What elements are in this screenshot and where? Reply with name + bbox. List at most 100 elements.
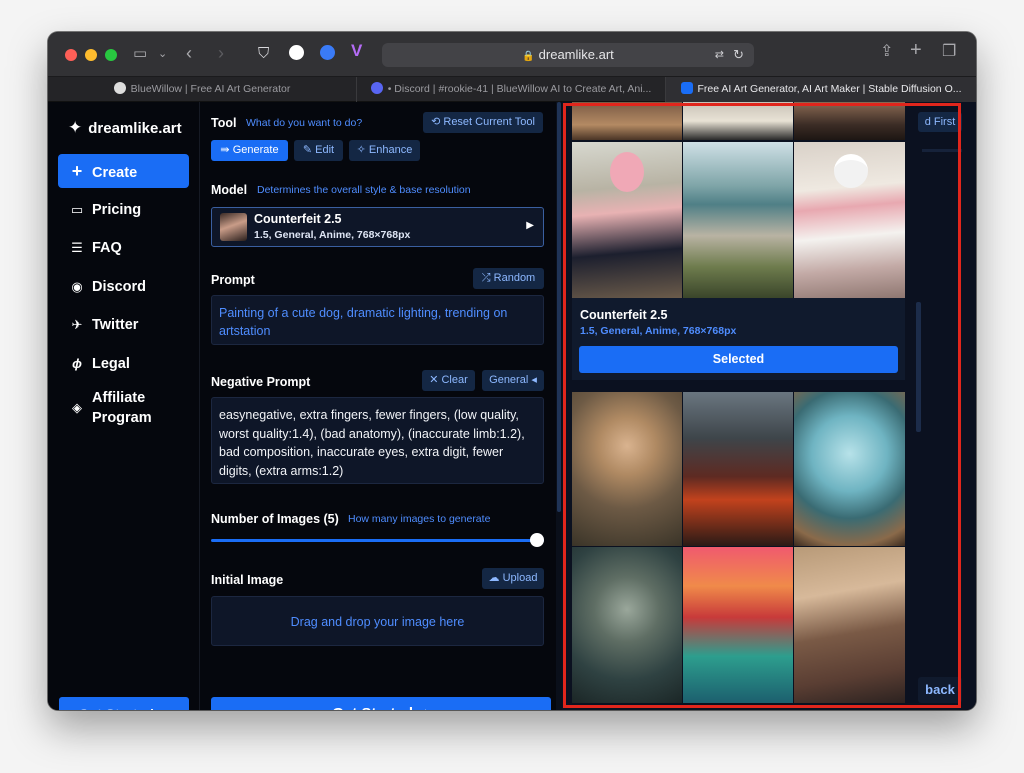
plus-icon: + — [71, 161, 83, 181]
random-prompt-button[interactable]: ⤮ Random — [473, 268, 544, 289]
back-icon[interactable]: ‹ — [186, 44, 192, 62]
card-icon: ▭ — [70, 202, 84, 217]
share-icon[interactable]: ⇪ — [880, 44, 893, 60]
tab-discord[interactable]: • Discord | #rookie-41 | BlueWillow AI t… — [357, 77, 666, 102]
discord-favicon-icon — [370, 82, 383, 94]
images-slider-handle[interactable] — [530, 533, 544, 547]
get-started-button[interactable]: Get Started ⇨ — [211, 697, 551, 710]
model-label: Model — [211, 183, 248, 197]
model-name: Counterfeit 2.5 — [254, 212, 342, 226]
card-model-name: Counterfeit 2.5 — [580, 308, 668, 322]
reset-icon: ⟲ — [431, 116, 441, 128]
reset-tool-button[interactable]: ⟲ Reset Current Tool — [423, 112, 543, 133]
dreamlike-favicon-icon — [680, 82, 693, 94]
gallery-image-top-2[interactable] — [683, 102, 793, 140]
upload-icon: ☁ — [488, 572, 500, 584]
discord-icon: ◉ — [71, 279, 83, 294]
model-selector[interactable]: Counterfeit 2.5 1.5, General, Anime, 768… — [211, 207, 544, 247]
close-window-button[interactable] — [65, 49, 77, 61]
shield-icon[interactable]: ⛉ — [258, 46, 269, 62]
image-drop-zone[interactable]: Drag and drop your image here — [211, 596, 544, 646]
shuffle-icon: ⤮ — [481, 272, 491, 284]
sidebar-get-started-button[interactable]: Get Started ⇨ — [59, 697, 189, 710]
number-of-images-label: Number of Images (5) — [211, 512, 339, 526]
form-scrollbar-thumb[interactable] — [557, 102, 561, 512]
sidebar-item-twitter[interactable]: ✈ Twitter — [58, 308, 189, 342]
enhance-tool-button[interactable]: ✧ Enhance — [349, 140, 420, 161]
behind-first-button[interactable]: d First — [918, 112, 962, 132]
number-of-images-hint: How many images to generate — [348, 513, 491, 525]
sidebar-item-pricing[interactable]: ▭ Pricing — [58, 193, 189, 227]
sidebar: ✦ dreamlike.art + Create ▭ Pricing ☰ FAQ ◉ Di… — [48, 102, 200, 710]
behind-panel-strip — [922, 149, 962, 152]
sample-figure — [834, 154, 868, 188]
upload-button[interactable]: ☁ Upload — [482, 568, 544, 589]
bluewillow-favicon-icon — [113, 82, 126, 94]
create-form-panel: Tool What do you want to do? ⟲ Reset Cur… — [200, 102, 562, 710]
model-sample-image-1[interactable] — [572, 142, 682, 298]
minimize-window-button[interactable] — [85, 49, 97, 61]
zoom-window-button[interactable] — [105, 49, 117, 61]
sidebar-item-discord[interactable]: ◉ Discord — [58, 270, 189, 304]
site-logo[interactable]: ✦ dreamlike.art — [68, 118, 182, 138]
sample-figure — [610, 152, 644, 192]
general-preset-button[interactable]: General ◂ — [482, 370, 544, 391]
clear-negative-button[interactable]: ✕ Clear — [422, 370, 475, 391]
tab-bluewillow[interactable]: BlueWillow | Free AI Art Generator — [48, 77, 357, 102]
feather-icon: ɸ — [72, 356, 82, 371]
gallery-image-1[interactable] — [572, 392, 682, 546]
model-thumbnail — [220, 213, 247, 241]
tab-overview-icon[interactable]: ❐ — [942, 44, 956, 60]
model-sample-image-2[interactable] — [683, 142, 793, 298]
sidebar-toggle-icon[interactable]: ▭ — [133, 46, 147, 62]
page-content: ✦ dreamlike.art + Create ▭ Pricing ☰ FAQ ◉ Di… — [48, 102, 976, 710]
gallery-image-5[interactable] — [683, 547, 793, 703]
gallery-image-2[interactable] — [683, 392, 793, 546]
generate-tool-button[interactable]: ⇛ Generate — [211, 140, 288, 161]
tool-label: Tool — [211, 116, 237, 130]
tab-bar: BlueWillow | Free AI Art Generator • Dis… — [48, 77, 976, 102]
sidebar-item-faq[interactable]: ☰ FAQ — [58, 231, 189, 265]
selected-model-card[interactable]: Counterfeit 2.5 1.5, General, Anime, 768… — [572, 298, 905, 380]
reload-icon[interactable]: ↻ — [733, 43, 744, 67]
twitter-icon: ✈ — [71, 317, 83, 332]
lock-icon: 🔒 — [522, 51, 535, 62]
gallery-scrollbar-thumb[interactable] — [916, 302, 921, 432]
sidebar-item-legal[interactable]: ɸ Legal — [58, 347, 189, 381]
translate-icon[interactable]: ⇄ — [715, 43, 724, 67]
sidebar-item-create[interactable]: + Create — [58, 154, 189, 188]
gallery-image-3[interactable] — [794, 392, 905, 546]
gallery-image-top-1[interactable] — [572, 102, 682, 140]
sparkle-icon: ✦ — [68, 118, 83, 137]
initial-image-label: Initial Image — [211, 573, 284, 587]
chevron-down-icon[interactable]: ⌄ — [158, 46, 167, 62]
model-sample-image-3[interactable] — [794, 142, 905, 298]
sidebar-item-affiliate[interactable]: ◈ Affiliate Program — [58, 386, 189, 430]
sparkle-icon: ✧ — [356, 144, 366, 156]
gallery-image-top-3[interactable] — [794, 102, 905, 140]
negative-prompt-input[interactable]: easynegative, extra fingers, fewer finge… — [211, 397, 544, 484]
extension-icon-1[interactable] — [289, 45, 304, 60]
negative-prompt-label: Negative Prompt — [211, 375, 311, 389]
behind-back-button[interactable]: back — [918, 677, 962, 703]
extension-icon-3[interactable]: V — [351, 42, 362, 59]
browser-toolbar: ▭ ⌄ ‹ › ⛉ V 🔒 dreamlike.art ⇄ ↻ ⇪ + ❐ — [48, 32, 976, 77]
play-icon: ▶ — [526, 220, 534, 231]
diamond-icon: ◈ — [72, 400, 82, 415]
generate-icon: ⇛ — [220, 144, 230, 156]
list-icon: ☰ — [71, 240, 83, 255]
extension-icon-2[interactable] — [320, 45, 335, 60]
new-tab-icon[interactable]: + — [910, 40, 922, 60]
browser-window: ▭ ⌄ ‹ › ⛉ V 🔒 dreamlike.art ⇄ ↻ ⇪ + ❐ Blu… — [48, 32, 976, 710]
edit-tool-button[interactable]: ✎ Edit — [294, 140, 343, 161]
prompt-label: Prompt — [211, 273, 255, 287]
gallery-image-4[interactable] — [572, 547, 682, 703]
gallery-image-6[interactable] — [794, 547, 905, 703]
selected-button[interactable]: Selected — [579, 346, 898, 373]
address-bar[interactable]: 🔒 dreamlike.art ⇄ ↻ — [382, 43, 754, 67]
images-slider-track[interactable] — [211, 539, 544, 542]
forward-icon[interactable]: › — [218, 44, 224, 62]
tab-dreamlike[interactable]: Free AI Art Generator, AI Art Maker | St… — [666, 77, 976, 102]
prompt-input[interactable]: Painting of a cute dog, dramatic lightin… — [211, 295, 544, 345]
card-model-desc: 1.5, General, Anime, 768×768px — [580, 325, 737, 337]
